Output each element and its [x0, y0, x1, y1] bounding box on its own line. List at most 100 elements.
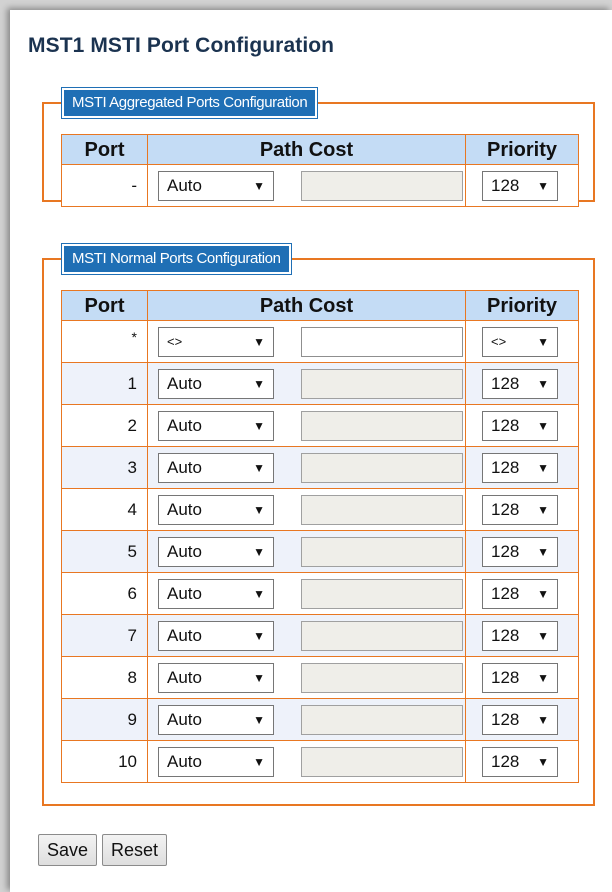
path-cost-value-input[interactable]: [301, 368, 463, 399]
path-cost-value-input[interactable]: [301, 578, 463, 609]
triangle-down-icon: ▼: [253, 418, 265, 433]
table-header-row: Port Path Cost Priority: [61, 134, 579, 165]
path-cost-mode-select[interactable]: Auto ▼: [158, 620, 274, 651]
path-cost-cell: Auto ▼: [147, 362, 466, 405]
path-cost-mode-value: Auto: [167, 541, 202, 561]
priority-value: 128: [491, 175, 520, 195]
triangle-down-icon: ▼: [253, 712, 265, 727]
path-cost-cell: Auto ▼: [147, 572, 466, 615]
priority-cell: 128 ▼: [465, 740, 579, 783]
priority-cell: 128 ▼: [465, 530, 579, 573]
table-row: 4 Auto ▼ 128 ▼: [61, 488, 579, 531]
priority-select[interactable]: 128 ▼: [482, 704, 558, 735]
port-number: 4: [61, 488, 148, 531]
page-title: MST1 MSTI Port Configuration: [28, 34, 335, 57]
priority-column-header: Priority: [465, 290, 579, 321]
priority-select[interactable]: 128 ▼: [482, 410, 558, 441]
normal-ports-legend: MSTI Normal Ports Configuration: [61, 243, 292, 275]
port-column-header: Port: [61, 134, 148, 165]
path-cost-value-input[interactable]: [301, 452, 463, 483]
path-cost-mode-select[interactable]: Auto ▼: [158, 452, 274, 483]
port-number: 8: [61, 656, 148, 699]
path-cost-cell: Auto ▼: [147, 164, 466, 207]
priority-select[interactable]: 128 ▼: [482, 170, 558, 201]
path-cost-mode-select[interactable]: Auto ▼: [158, 368, 274, 399]
table-row: 8 Auto ▼ 128 ▼: [61, 656, 579, 699]
priority-value: 128: [491, 499, 520, 519]
priority-select[interactable]: 128 ▼: [482, 746, 558, 777]
path-cost-cell: Auto ▼: [147, 530, 466, 573]
path-cost-mode-select[interactable]: Auto ▼: [158, 410, 274, 441]
path-cost-mode-select[interactable]: <> ▼: [158, 326, 274, 357]
port-number: 1: [61, 362, 148, 405]
priority-select[interactable]: 128 ▼: [482, 368, 558, 399]
path-cost-cell: Auto ▼: [147, 614, 466, 657]
path-cost-cell: Auto ▼: [147, 404, 466, 447]
priority-cell: 128 ▼: [465, 698, 579, 741]
priority-cell: 128 ▼: [465, 362, 579, 405]
path-cost-mode-value: Auto: [167, 499, 202, 519]
path-cost-cell: Auto ▼: [147, 446, 466, 489]
priority-column-header: Priority: [465, 134, 579, 165]
triangle-down-icon: ▼: [253, 544, 265, 559]
priority-select[interactable]: 128 ▼: [482, 494, 558, 525]
path-cost-value-input[interactable]: [301, 536, 463, 567]
triangle-down-icon: ▼: [537, 670, 549, 685]
path-cost-mode-select[interactable]: Auto ▼: [158, 494, 274, 525]
path-cost-mode-value: Auto: [167, 583, 202, 603]
path-cost-value-input[interactable]: [301, 494, 463, 525]
priority-value: 128: [491, 667, 520, 687]
path-cost-mode-select[interactable]: Auto ▼: [158, 704, 274, 735]
path-cost-mode-value: Auto: [167, 175, 202, 195]
triangle-down-icon: ▼: [253, 754, 265, 769]
path-cost-value-input[interactable]: [301, 410, 463, 441]
port-column-header: Port: [61, 290, 148, 321]
path-cost-value-input[interactable]: [301, 170, 463, 201]
priority-value: 128: [491, 415, 520, 435]
priority-value: 128: [491, 625, 520, 645]
table-row: * <> ▼ <> ▼: [61, 320, 579, 363]
save-button[interactable]: Save: [38, 834, 98, 866]
path-cost-value-input[interactable]: [301, 704, 463, 735]
port-number: 7: [61, 614, 148, 657]
triangle-down-icon: ▼: [253, 586, 265, 601]
path-cost-mode-value: Auto: [167, 709, 202, 729]
path-cost-mode-select[interactable]: Auto ▼: [158, 746, 274, 777]
priority-select[interactable]: 128 ▼: [482, 662, 558, 693]
table-row: 7 Auto ▼ 128 ▼: [61, 614, 579, 657]
priority-cell: 128 ▼: [465, 446, 579, 489]
triangle-down-icon: ▼: [537, 418, 549, 433]
priority-select[interactable]: 128 ▼: [482, 452, 558, 483]
priority-select[interactable]: <> ▼: [482, 326, 558, 357]
path-cost-column-header: Path Cost: [147, 290, 466, 321]
path-cost-value-input[interactable]: [301, 620, 463, 651]
triangle-down-icon: ▼: [537, 502, 549, 517]
triangle-down-icon: ▼: [253, 502, 265, 517]
path-cost-cell: <> ▼: [147, 320, 466, 363]
port-number: *: [61, 320, 148, 363]
path-cost-mode-select[interactable]: Auto ▼: [158, 170, 274, 201]
reset-button[interactable]: Reset: [102, 834, 168, 866]
aggregated-ports-table: Port Path Cost Priority - Auto ▼ 128 ▼: [61, 134, 579, 207]
path-cost-value-input[interactable]: [301, 326, 463, 357]
triangle-down-icon: ▼: [253, 334, 265, 349]
priority-select[interactable]: 128 ▼: [482, 536, 558, 567]
port-number: 10: [61, 740, 148, 783]
priority-select[interactable]: 128 ▼: [482, 620, 558, 651]
table-row: 6 Auto ▼ 128 ▼: [61, 572, 579, 615]
port-number: 9: [61, 698, 148, 741]
path-cost-cell: Auto ▼: [147, 656, 466, 699]
path-cost-mode-value: Auto: [167, 751, 202, 771]
path-cost-mode-select[interactable]: Auto ▼: [158, 536, 274, 567]
priority-select[interactable]: 128 ▼: [482, 578, 558, 609]
path-cost-mode-select[interactable]: Auto ▼: [158, 578, 274, 609]
aggregated-ports-fieldset: MSTI Aggregated Ports Configuration Port…: [42, 87, 595, 207]
path-cost-value-input[interactable]: [301, 662, 463, 693]
priority-value: 128: [491, 583, 520, 603]
table-row: 9 Auto ▼ 128 ▼: [61, 698, 579, 741]
path-cost-cell: Auto ▼: [147, 698, 466, 741]
triangle-down-icon: ▼: [537, 544, 549, 559]
priority-cell: 128 ▼: [465, 614, 579, 657]
path-cost-value-input[interactable]: [301, 746, 463, 777]
path-cost-mode-select[interactable]: Auto ▼: [158, 662, 274, 693]
